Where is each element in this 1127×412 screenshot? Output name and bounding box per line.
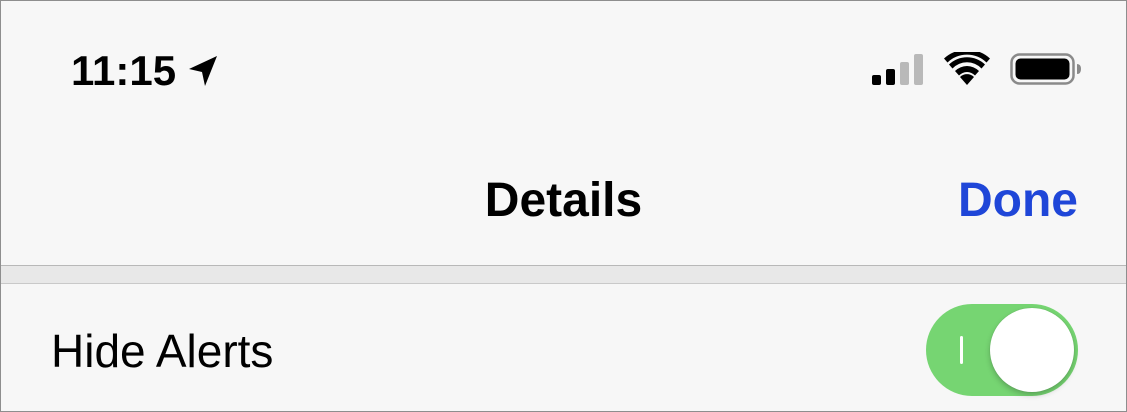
location-arrow-icon [186,52,220,90]
section-gap [1,266,1126,283]
hide-alerts-label: Hide Alerts [51,325,274,377]
navigation-bar: Details Done [1,149,1126,265]
toggle-on-indicator-icon [960,336,963,364]
status-icons [870,51,1082,87]
battery-icon [1010,52,1082,86]
status-bar: 11:15 [1,1,1126,121]
wifi-icon [944,52,990,86]
toggle-knob [990,308,1074,392]
screen: 11:15 Details Done Hide Alerts [0,0,1127,412]
status-time-group: 11:15 [71,47,220,95]
done-button[interactable]: Done [958,173,1078,229]
hide-alerts-row: Hide Alerts [1,284,1126,411]
hide-alerts-toggle[interactable] [926,304,1078,396]
cellular-signal-icon [870,51,924,87]
status-time: 11:15 [71,47,177,94]
